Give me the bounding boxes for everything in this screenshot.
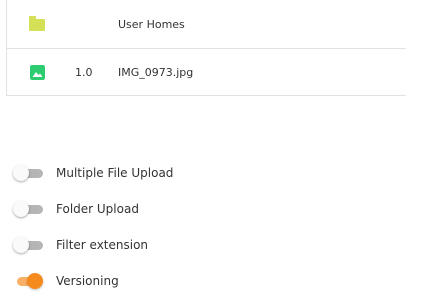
file-name[interactable]: IMG_0973.jpg [118, 49, 193, 95]
multiple-file-upload-toggle[interactable] [13, 165, 43, 181]
option-filter-extension: Filter extension [13, 227, 173, 263]
file-name[interactable]: User Homes [118, 0, 185, 48]
table-row[interactable]: 1.0 IMG_0973.jpg [7, 49, 406, 95]
filter-extension-toggle[interactable] [13, 237, 43, 253]
version-cell: 1.0 [75, 65, 93, 79]
file-table: User Homes 1.0 IMG_0973.jpg [6, 0, 406, 96]
icon-cell [27, 49, 47, 95]
option-folder-upload: Folder Upload [13, 191, 173, 227]
image-icon [29, 64, 45, 80]
table-row[interactable]: User Homes [7, 0, 406, 49]
option-label: Versioning [56, 274, 119, 288]
versioning-toggle[interactable] [13, 273, 43, 289]
upload-options: Multiple File Upload Folder Upload Filte… [13, 155, 173, 299]
option-versioning: Versioning [13, 263, 173, 299]
version-cell [75, 0, 105, 48]
option-multiple-file-upload: Multiple File Upload [13, 155, 173, 191]
option-label: Multiple File Upload [56, 166, 174, 180]
icon-cell [27, 0, 47, 48]
folder-upload-toggle[interactable] [13, 201, 43, 217]
folder-icon [29, 16, 45, 31]
option-label: Folder Upload [56, 202, 139, 216]
option-label: Filter extension [56, 238, 149, 252]
